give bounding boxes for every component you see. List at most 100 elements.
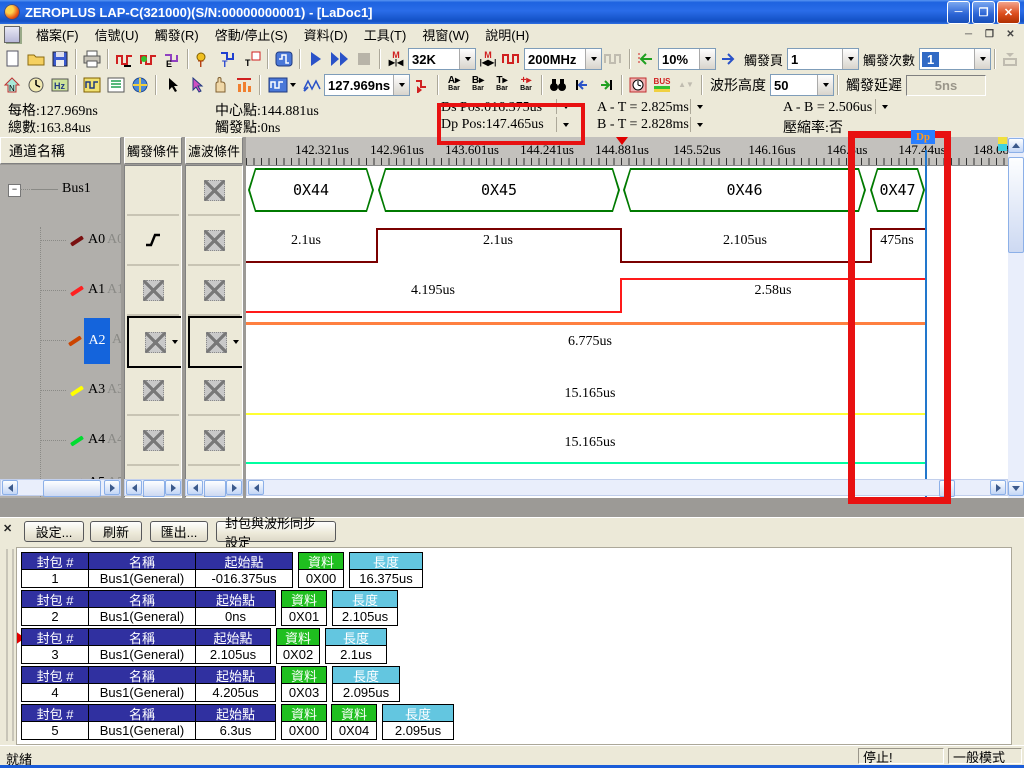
- packet-data[interactable]: 0X03: [281, 683, 327, 702]
- print-button[interactable]: [80, 48, 104, 71]
- prev-edge-button[interactable]: [570, 74, 594, 97]
- menu-run-stop[interactable]: 啓動/停止(S): [207, 23, 296, 46]
- packet-length[interactable]: 16.375us: [349, 569, 423, 588]
- timebase-combo[interactable]: 127.969ns: [324, 74, 410, 96]
- mdi-minimize-button[interactable]: ─: [959, 26, 978, 43]
- packet-num[interactable]: 2: [21, 607, 89, 626]
- wave-style-button[interactable]: [264, 74, 300, 97]
- scroll-right-icon[interactable]: [990, 480, 1006, 495]
- dp-marker-badge[interactable]: Dp: [911, 130, 935, 144]
- packet-wave-sync-button[interactable]: 封包與波形同步設定: [216, 521, 336, 542]
- trigger-hscrollbar[interactable]: [124, 479, 182, 496]
- filter-cell-a4[interactable]: [188, 416, 240, 466]
- new-file-button[interactable]: [0, 48, 24, 71]
- zoom-combo[interactable]: 10%: [658, 48, 716, 70]
- hand-tool-button[interactable]: [208, 74, 232, 97]
- multi-select-tool-button[interactable]: [184, 74, 208, 97]
- navigator-button[interactable]: [128, 74, 152, 97]
- waveform-vscrollbar[interactable]: [1008, 137, 1024, 498]
- frequency-combo[interactable]: 200MHz: [524, 48, 602, 70]
- packet-name[interactable]: Bus1(General): [88, 683, 196, 702]
- channel-row-a2-selected[interactable]: A2 A2: [0, 315, 121, 365]
- packet-start[interactable]: 0ns: [195, 607, 276, 626]
- a-bar-button[interactable]: A▸Bar: [442, 74, 466, 97]
- scroll-left-icon[interactable]: [187, 480, 203, 495]
- packet-length[interactable]: 2.1us: [325, 645, 387, 664]
- bus-color-button[interactable]: BUS: [650, 74, 674, 97]
- scroll-down-icon[interactable]: [1008, 481, 1024, 496]
- scroll-left-icon[interactable]: [2, 480, 18, 495]
- trigger-cell-a2-selected[interactable]: [127, 316, 182, 368]
- filter-cell-a2-selected[interactable]: [188, 316, 243, 368]
- cell-dropdown-icon[interactable]: [233, 340, 239, 344]
- channel-row-a0[interactable]: A0 A0: [0, 215, 121, 265]
- scroll-right-icon[interactable]: [165, 480, 181, 495]
- sampling-setup-button[interactable]: [112, 48, 136, 71]
- panel-close-icon[interactable]: ✕: [3, 522, 12, 535]
- menu-file[interactable]: 檔案(F): [28, 23, 87, 46]
- a-t-dropdown-icon[interactable]: [690, 99, 709, 114]
- packet-num[interactable]: 5: [21, 721, 89, 740]
- waveform-pane[interactable]: 142.321us 142.961us 143.601us 144.241us …: [246, 137, 1008, 498]
- trigger-count-combo[interactable]: 1: [919, 48, 991, 70]
- bus-analyzer-button[interactable]: [272, 48, 296, 71]
- memory-depth-combo[interactable]: 32K: [408, 48, 476, 70]
- scroll-left-icon[interactable]: [126, 480, 142, 495]
- trigger-cell-bus1[interactable]: [127, 166, 179, 216]
- compress-wave-button[interactable]: [300, 74, 324, 97]
- trigger-count-dropdown-icon[interactable]: [974, 49, 990, 69]
- packet-data[interactable]: 0X04: [331, 721, 377, 740]
- channel-row-bus1[interactable]: − Bus1: [0, 165, 121, 215]
- channel-label[interactable]: A1: [88, 282, 105, 298]
- waveform-mode-button[interactable]: [80, 74, 104, 97]
- packet-start[interactable]: 2.105us: [195, 645, 271, 664]
- panel-splitter[interactable]: [6, 549, 14, 741]
- wave-height-combo[interactable]: 50: [770, 74, 834, 96]
- wave-height-dropdown-icon[interactable]: [817, 75, 833, 95]
- sampling-edge-button[interactable]: [136, 48, 160, 71]
- filter-cell-a1[interactable]: [188, 266, 240, 316]
- frequency-display-button[interactable]: Hz: [48, 74, 72, 97]
- packet-name[interactable]: Bus1(General): [88, 607, 196, 626]
- ds-pos-dropdown-icon[interactable]: [556, 99, 575, 114]
- dp-pos-dropdown-icon[interactable]: [556, 117, 575, 132]
- trigger-cell-a4[interactable]: [127, 416, 179, 466]
- restore-button[interactable]: ❐: [972, 1, 995, 24]
- trigger-clock-button[interactable]: [626, 74, 650, 97]
- close-button[interactable]: ✕: [997, 1, 1020, 24]
- packet-data[interactable]: 0X01: [281, 607, 327, 626]
- sampling-signal-button[interactable]: [500, 48, 524, 71]
- enable-setting-button[interactable]: E: [160, 48, 184, 71]
- scroll-left-icon[interactable]: [248, 480, 264, 495]
- filter-cell-bus1[interactable]: [188, 166, 240, 216]
- channel-hscrollbar[interactable]: [0, 479, 121, 496]
- packet-data[interactable]: 0X00: [298, 569, 344, 588]
- a-b-dropdown-icon[interactable]: [875, 99, 894, 114]
- trigger-page-combo[interactable]: 1: [787, 48, 859, 70]
- find-button[interactable]: [546, 74, 570, 97]
- packet-num[interactable]: 4: [21, 683, 89, 702]
- trigger-position-marker[interactable]: [616, 137, 628, 145]
- next-edge-button[interactable]: [594, 74, 618, 97]
- menu-data[interactable]: 資料(D): [296, 23, 356, 46]
- channel-label[interactable]: A0: [88, 232, 105, 248]
- save-button[interactable]: [48, 48, 72, 71]
- scroll-thumb[interactable]: [43, 480, 101, 497]
- packet-start[interactable]: 4.205us: [195, 683, 276, 702]
- channel-label[interactable]: A3: [88, 382, 105, 398]
- scroll-thumb[interactable]: [204, 480, 226, 497]
- packet-name[interactable]: Bus1(General): [88, 645, 196, 664]
- packet-start[interactable]: 6.3us: [195, 721, 276, 740]
- memory-depth-dropdown-icon[interactable]: [459, 49, 475, 69]
- scroll-up-icon[interactable]: [1008, 138, 1024, 153]
- minimize-button[interactable]: ─: [947, 1, 970, 24]
- packet-start[interactable]: -016.375us: [195, 569, 293, 588]
- menu-trigger[interactable]: 觸發(R): [147, 23, 207, 46]
- home-button[interactable]: N: [0, 74, 24, 97]
- open-file-button[interactable]: [24, 48, 48, 71]
- b-t-dropdown-icon[interactable]: [690, 117, 709, 132]
- zoom-dropdown-icon[interactable]: [699, 49, 715, 69]
- repeat-run-button[interactable]: [328, 48, 352, 71]
- goto-trigger-button[interactable]: [716, 48, 740, 71]
- packet-name[interactable]: Bus1(General): [88, 569, 196, 588]
